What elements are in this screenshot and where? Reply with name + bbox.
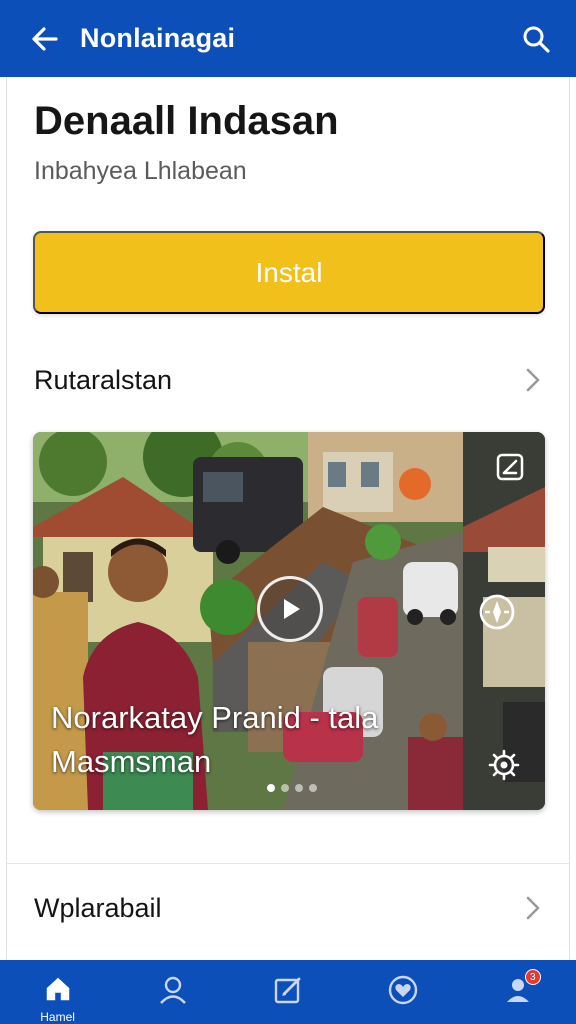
home-icon	[46, 977, 69, 1001]
settings-button[interactable]	[487, 748, 521, 782]
bottom-navigation: Hamel 3	[0, 960, 576, 1024]
nav-item-profile[interactable]	[115, 960, 230, 1024]
chevron-right-icon	[523, 894, 543, 922]
carousel-indicator	[267, 784, 317, 792]
compass-button[interactable]	[477, 592, 517, 632]
nav-item-notifications[interactable]: 3	[461, 960, 576, 1024]
compass-icon	[479, 594, 515, 630]
person-icon	[159, 976, 186, 1004]
nav-item-home[interactable]: Hamel	[0, 960, 115, 1024]
notification-badge: 3	[524, 969, 541, 985]
section-label-second: Wplarabail	[34, 892, 162, 923]
carousel-dot[interactable]	[267, 784, 275, 792]
edit-button[interactable]	[493, 450, 527, 484]
play-icon	[284, 599, 300, 619]
app-detail-content: Denaall Indasan Inbahyea Lhlabean Instal…	[6, 77, 570, 960]
play-button[interactable]	[257, 576, 323, 642]
media-caption: Norarkatay Pranid - tala Masmsman	[51, 700, 379, 779]
app-subtitle: Inbahyea Lhlabean	[34, 157, 247, 185]
section-row-first[interactable]: Rutaralstan	[7, 345, 569, 415]
install-button-label: Instal	[255, 256, 323, 288]
nav-item-favorites[interactable]	[346, 960, 461, 1024]
page-title: Nonlainagai	[80, 23, 236, 53]
install-button[interactable]: Instal	[33, 231, 545, 314]
app-name: Denaall Indasan	[34, 99, 339, 143]
section-label-first: Rutaralstan	[34, 364, 173, 395]
search-icon	[523, 26, 550, 53]
edit-icon	[274, 977, 301, 1004]
carousel-dot[interactable]	[295, 784, 303, 792]
search-button[interactable]	[518, 21, 554, 57]
back-button[interactable]	[28, 22, 62, 56]
arrow-left-icon	[32, 26, 58, 51]
chevron-right-icon	[523, 366, 543, 394]
settings-icon	[488, 749, 520, 781]
nav-item-edit[interactable]	[230, 960, 345, 1024]
carousel-dot[interactable]	[309, 784, 317, 792]
nav-label-home: Hamel	[40, 1010, 75, 1024]
media-carousel[interactable]: Norarkatay Pranid - tala Masmsman	[33, 432, 545, 810]
carousel-dot[interactable]	[281, 784, 289, 792]
edit-icon	[496, 453, 524, 481]
heart-icon	[389, 975, 418, 1005]
top-app-bar: Nonlainagai	[0, 0, 576, 77]
section-row-second[interactable]: Wplarabail	[7, 873, 569, 943]
section-divider	[7, 863, 569, 864]
